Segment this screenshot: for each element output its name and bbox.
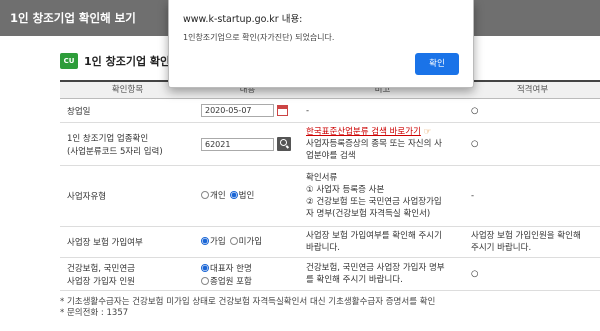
note-line: 사업자등록증상의 종목 또는 자신의 사 [306, 138, 442, 149]
row-label-line: (사업분류코드 5자리 입력) [67, 146, 163, 157]
header-eligibility: 적격여부 [516, 85, 549, 95]
radio-button-icon[interactable] [201, 237, 209, 245]
check-table: 확인항목 내용 비고 적격여부 창업일 2020-05-07 - ○ 1인 창조… [60, 80, 600, 291]
note-line: ① 사업자 등록증 사본 [306, 184, 385, 195]
row-result: - [471, 191, 475, 201]
row-result: ○ [471, 139, 479, 149]
radio-enrolled[interactable]: 가입 [201, 237, 226, 248]
footer-line: * 문의전화 : 1357 [60, 308, 129, 318]
table-row: 사업자유형 개인 법인 확인서류 ① 사업자 등록증 사본 ② 건강보험 또는 … [60, 166, 600, 227]
note-line: 자 명부(건강보험 자격득실 확인서) [306, 208, 431, 219]
row-result: 사업장 보험 가입인원을 확인해 주시기 바랍니다. [465, 227, 600, 257]
table-row: 1인 창조기업 업종확인 (사업분류코드 5자리 입력) 62021 한국표준산… [60, 123, 600, 166]
note-line: 건강보험, 국민연금 사업장 가입자 명부 [306, 262, 445, 273]
row-label: 사업자유형 [60, 166, 195, 226]
footer-notes: * 기초생활수급자는 건강보험 미가입 상태로 건강보험 자격득실확인서 대신 … [60, 297, 435, 319]
industry-code-cell: 62021 [195, 123, 300, 165]
radio-button-icon[interactable] [229, 191, 238, 199]
radio-corporation[interactable]: 법인 [229, 191, 254, 202]
note-line: 업분야를 검색 [306, 150, 356, 161]
section-header: CU 1인 창조기업 확인 [60, 53, 170, 69]
note-line: 바랍니다. [306, 242, 340, 253]
radio-representative-only[interactable]: 대표자 한명 [201, 262, 252, 274]
radio-button-icon[interactable] [201, 277, 209, 285]
radio-not-enrolled[interactable]: 미가입 [229, 237, 262, 248]
ok-button[interactable]: 확인 [415, 53, 459, 75]
business-type-cell: 개인 법인 [195, 166, 300, 226]
table-row: 사업장 보험 가입여부 가입 미가입 사업장 보험 가입여부를 확인해 주시기 … [60, 227, 600, 258]
radio-button-icon[interactable] [201, 191, 209, 199]
dialog-message: 1인창조기업으로 확인(자가진단) 되었습니다. [183, 33, 335, 42]
subscriber-count-cell: 대표자 한명 종업원 포함 [195, 258, 300, 290]
industry-classification-link[interactable]: 한국표준산업분류 검색 바로가기 [306, 127, 421, 137]
row-label: 창업일 [60, 99, 195, 122]
row-note: 사업장 보험 가입여부를 확인해 주시기 바랍니다. [300, 227, 465, 257]
row-label: 사업장 보험 가입여부 [60, 227, 195, 257]
pointer-icon: ☞ [423, 126, 432, 137]
footer-line: * 기초생활수급자는 건강보험 미가입 상태로 건강보험 자격득실확인서 대신 … [60, 297, 436, 307]
row-label: 1인 창조기업 업종확인 (사업분류코드 5자리 입력) [60, 123, 195, 165]
row-label-line: 1인 창조기업 업종확인 [67, 133, 149, 144]
row-note: 한국표준산업분류 검색 바로가기 ☞ 사업자등록증상의 종목 또는 자신의 사 … [300, 123, 465, 165]
insurance-cell: 가입 미가입 [195, 227, 300, 257]
radio-individual[interactable]: 개인 [201, 191, 226, 202]
section-title: 1인 창조기업 확인 [84, 55, 171, 68]
note-line: ② 건강보험 또는 국민연금 사업장가입 [306, 196, 442, 207]
radio-button-icon[interactable] [229, 237, 238, 245]
note-line: 를 확인해 주시기 바랍니다. [306, 274, 403, 285]
calendar-icon[interactable] [277, 105, 288, 116]
row-result: ○ [471, 269, 479, 279]
alert-dialog: www.k-startup.go.kr 내용: 1인창조기업으로 확인(자가진단… [168, 0, 474, 88]
note-line: 확인서류 [306, 172, 338, 183]
radio-button-icon[interactable] [201, 264, 209, 272]
row-label-line: 건강보험, 국민연금 [67, 263, 135, 274]
cu-logo-icon: CU [60, 53, 78, 69]
table-row: 건강보험, 국민연금 사업장 가입자 인원 대표자 한명 종업원 포함 건강보험… [60, 258, 600, 291]
startup-date-input[interactable]: 2020-05-07 [201, 104, 274, 117]
table-row: 창업일 2020-05-07 - ○ [60, 99, 600, 123]
startup-date-cell: 2020-05-07 [195, 99, 300, 122]
search-icon[interactable] [277, 137, 291, 151]
row-label-line: 사업장 가입자 인원 [67, 276, 135, 287]
row-result: ○ [471, 105, 479, 116]
row-label: 건강보험, 국민연금 사업장 가입자 인원 [60, 258, 195, 290]
note-line: 사업장 보험 가입여부를 확인해 주시기 [306, 230, 442, 241]
industry-code-input[interactable]: 62021 [201, 137, 274, 151]
result-line: 사업장 보험 가입인원을 확인해 [471, 230, 581, 241]
dialog-title: www.k-startup.go.kr 내용: [183, 14, 303, 25]
radio-include-employees[interactable]: 종업원 포함 [201, 275, 252, 287]
row-note: 건강보험, 국민연금 사업장 가입자 명부 를 확인해 주시기 바랍니다. [300, 258, 465, 290]
result-line: 주시기 바랍니다. [471, 242, 532, 253]
row-note: 확인서류 ① 사업자 등록증 사본 ② 건강보험 또는 국민연금 사업장가입 자… [300, 166, 465, 226]
row-note: - [306, 105, 310, 116]
